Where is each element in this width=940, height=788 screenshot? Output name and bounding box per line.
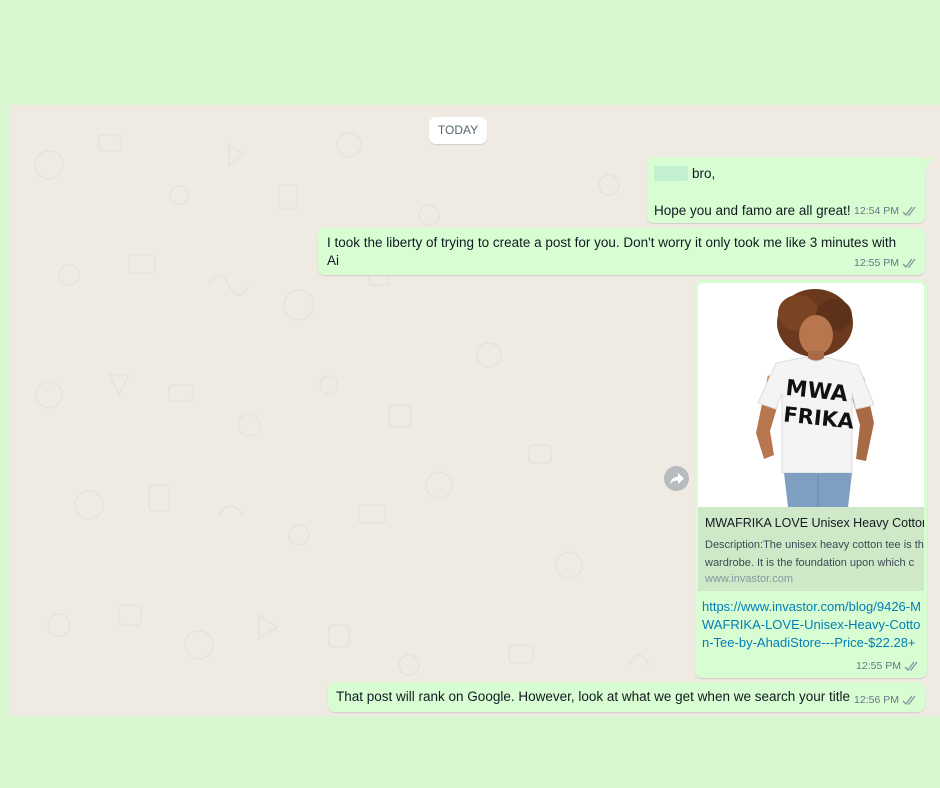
message-text: bro, [692, 166, 716, 181]
message-meta: 12:56 PM [854, 691, 918, 709]
message-meta: 12:54 PM [854, 202, 918, 220]
message-link[interactable]: https://www.invastor.com/blog/9426-MWAFR… [702, 598, 924, 652]
double-check-icon [902, 695, 916, 705]
date-divider: TODAY [429, 117, 487, 144]
chat-panel: TODAY bro, Hope you and famo are all gre… [9, 105, 940, 716]
message-meta: 12:55 PM [854, 254, 918, 272]
outgoing-message-greeting[interactable]: bro, Hope you and famo are all great! 12… [647, 157, 933, 223]
message-text: I took the liberty of trying to create a… [327, 235, 897, 250]
forward-button[interactable] [664, 466, 689, 491]
bubble-tail [925, 157, 933, 170]
message-time: 12:56 PM [854, 694, 899, 706]
outgoing-message-post-intro[interactable]: I took the liberty of trying to create a… [318, 228, 925, 275]
message-time: 12:54 PM [854, 205, 899, 217]
message-text: Ai [327, 253, 340, 268]
double-check-icon [902, 258, 916, 268]
outgoing-message-link-preview[interactable]: MWA FRIKA MWAFRIKA LOVE Unisex Heavy Cot… [695, 280, 927, 678]
tshirt-model-photo: MWA FRIKA [698, 283, 924, 507]
forward-icon [669, 472, 684, 484]
message-time: 12:55 PM [856, 660, 901, 672]
link-preview-description: Description:The unisex heavy cotton tee … [705, 539, 924, 551]
link-preview-title: MWAFRIKA LOVE Unisex Heavy Cotton T [705, 516, 924, 530]
redacted-name [654, 166, 688, 181]
double-check-icon [902, 206, 916, 216]
link-preview-domain: www.invastor.com [705, 573, 794, 585]
message-meta: 12:55 PM [856, 657, 920, 675]
message-text: That post will rank on Google. However, … [336, 689, 851, 704]
outgoing-message-ranking[interactable]: That post will rank on Google. However, … [328, 682, 925, 712]
double-check-icon [904, 661, 918, 671]
preview-image[interactable]: MWA FRIKA [698, 283, 924, 507]
message-text: Hope you and famo are all great! [654, 203, 851, 218]
message-time: 12:55 PM [854, 257, 899, 269]
link-preview-card[interactable]: MWAFRIKA LOVE Unisex Heavy Cotton T Desc… [698, 507, 924, 591]
